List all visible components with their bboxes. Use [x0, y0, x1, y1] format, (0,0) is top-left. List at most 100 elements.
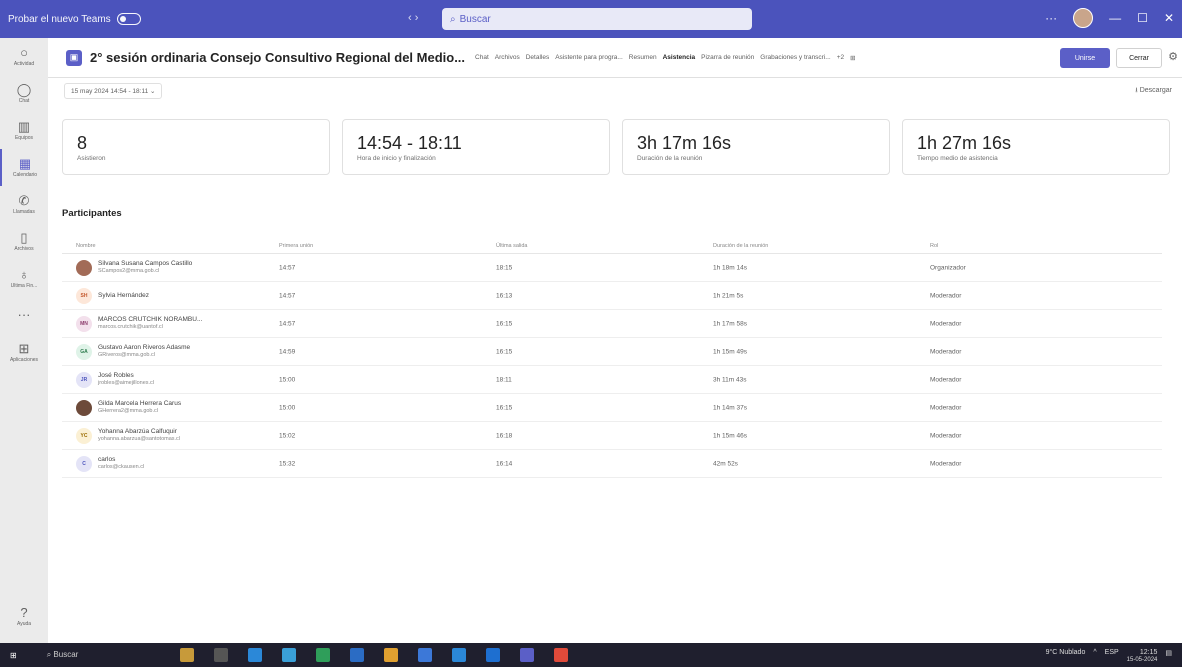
avatar: GA: [76, 343, 92, 360]
date-range-selector[interactable]: 15 may 2024 14:54 - 18:11 ⌄: [64, 83, 163, 99]
rail-item-help[interactable]: ? Ayuda: [0, 598, 48, 635]
calendar-icon: ▦: [18, 156, 32, 171]
tab-item[interactable]: Archivos: [495, 54, 520, 62]
stat-value: 3h 17m 16s: [637, 133, 732, 153]
teams-icon: ▥: [17, 119, 31, 134]
close-icon[interactable]: ✕: [1164, 11, 1174, 25]
stat-label: Asistieron: [77, 155, 106, 162]
participant-name: Sylvia Hernández: [98, 291, 149, 299]
participant-cell: JR José Robles jrobles@aimejillones.cl: [76, 371, 154, 388]
participant-email: GHerrera2@mma.gob.cl: [98, 408, 158, 415]
duration: 3h 11m 43s: [713, 376, 747, 383]
table-row[interactable]: YC Yohanna Abarzúa Calfuquir yohanna.abarz…: [62, 422, 1162, 450]
taskbar-app-icon[interactable]: [282, 648, 296, 662]
rail-item-app[interactable]: ♁ Ultima Fin...: [0, 260, 48, 297]
role: Moderador: [930, 320, 962, 327]
add-tab-icon[interactable]: ⊞: [850, 54, 855, 62]
participant-cell: Gilda Marcela Herrera Carus GHerrera2@mma…: [76, 399, 181, 416]
meeting-tabs: Chat Archivos Detalles Asistente para progr…: [475, 54, 856, 62]
taskbar-app-icon[interactable]: [384, 648, 398, 662]
tab-item[interactable]: +2: [837, 54, 844, 62]
table-row[interactable]: GA Gustavo Aaron Riveros Adasme GRiveros@m…: [62, 338, 1162, 366]
col-header-name[interactable]: Nombre: [76, 243, 96, 249]
system-tray: 9°C Nublado ^ ESP 12:15 15-05-2024 ▤: [1046, 649, 1172, 664]
rail-item-bell[interactable]: ○ Actividad: [0, 38, 48, 75]
taskbar-app-icon[interactable]: [316, 648, 330, 662]
taskbar-app-icon[interactable]: [350, 648, 364, 662]
lang-label[interactable]: ESP: [1105, 649, 1119, 664]
tab-item[interactable]: Asistencia: [663, 54, 696, 62]
rail-item-file[interactable]: ▯ Archivos: [0, 223, 48, 260]
taskbar-app-icon[interactable]: [452, 648, 466, 662]
taskbar-app-icon[interactable]: [248, 648, 262, 662]
participant-cell: GA Gustavo Aaron Riveros Adasme GRiveros@m…: [76, 343, 191, 360]
taskbar-app-icon[interactable]: [554, 648, 568, 662]
rail-item-phone[interactable]: ✆ Llamadas: [0, 186, 48, 223]
tray-chevron-icon[interactable]: ^: [1093, 649, 1096, 664]
download-button[interactable]: ⭳ Descargar: [1135, 86, 1172, 97]
first-join: 14:57: [279, 264, 296, 271]
download-label: Descargar: [1139, 87, 1172, 94]
rail-item-label: Ayuda: [16, 621, 32, 627]
rail-item-calendar[interactable]: ▦ Calendario: [0, 149, 48, 186]
search-placeholder: Buscar: [459, 13, 491, 25]
tab-item[interactable]: Pizarra de reunión: [701, 54, 754, 62]
try-new-teams[interactable]: Probar el nuevo Teams: [8, 13, 141, 25]
stat-card-avg: 1h 27m 16s Tiempo medio de asistencia: [902, 119, 1170, 175]
user-avatar[interactable]: [1073, 8, 1094, 28]
taskbar-app-icon[interactable]: [520, 648, 534, 662]
taskbar-search[interactable]: ⌕ Buscar: [47, 650, 79, 660]
taskbar-app-icon[interactable]: [418, 648, 432, 662]
notification-icon[interactable]: ▤: [1165, 649, 1172, 664]
minimize-icon[interactable]: —: [1109, 11, 1121, 25]
table-row[interactable]: Silvana Susana Campos Castillo SCampos2@m…: [62, 254, 1162, 282]
taskbar-app-icon[interactable]: [486, 648, 500, 662]
participant-email: SCampos2@mma.gob.cl: [98, 268, 160, 275]
tab-item[interactable]: Asistente para progra...: [555, 54, 623, 62]
close-button[interactable]: Cerrar: [1116, 48, 1162, 68]
taskbar-app-icon[interactable]: [214, 648, 228, 662]
tab-item[interactable]: Detalles: [526, 54, 549, 62]
first-join: 15:32: [279, 460, 296, 467]
rail-item-chat[interactable]: ◯ Chat: [0, 75, 48, 112]
weather-label[interactable]: 9°C Nublado: [1046, 649, 1086, 664]
more-options-icon[interactable]: ···: [1045, 11, 1057, 25]
col-header-duration[interactable]: Duración de la reunión: [713, 243, 768, 249]
stat-card-attendees: 8 Asistieron: [62, 119, 330, 175]
table-row[interactable]: SH Sylvia Hernández 14:57 16:13 1h 21m 5s Mod…: [62, 282, 1162, 310]
participant-name: MARCOS CRUTCHIK NORAMBU...: [98, 316, 203, 324]
table-row[interactable]: Gilda Marcela Herrera Carus GHerrera2@mma…: [62, 394, 1162, 422]
participant-name: José Robles: [98, 372, 134, 380]
participant-name: Gustavo Aaron Riveros Adasme: [98, 344, 191, 352]
avatar: YC: [76, 427, 92, 444]
participant-cell: MN MARCOS CRUTCHIK NORAMBU... marcos.crutc…: [76, 315, 203, 332]
stat-card-duration: 3h 17m 16s Duración de la reunión: [622, 119, 890, 175]
table-row[interactable]: Ccarlos carlos@ckausen.cl 15:32 16:14 42m 52…: [62, 450, 1162, 478]
search-box[interactable]: ⌕ Buscar: [442, 8, 752, 30]
rail-item-more[interactable]: ···: [0, 297, 48, 334]
tab-item[interactable]: Grabaciones y transcri...: [760, 54, 830, 62]
settings-icon[interactable]: ⚙: [1168, 50, 1178, 63]
col-header-last[interactable]: Última salida: [496, 243, 527, 249]
rail-item-teams[interactable]: ▥ Equipos: [0, 112, 48, 149]
table-row[interactable]: JR José Robles jrobles@aimejillones.cl 15:0…: [62, 366, 1162, 394]
new-teams-toggle[interactable]: [116, 13, 141, 25]
tab-item[interactable]: Resumen: [629, 54, 657, 62]
col-header-role[interactable]: Rol: [930, 243, 938, 249]
maximize-icon[interactable]: ☐: [1137, 11, 1148, 25]
windows-start-icon[interactable]: ⊞: [10, 651, 17, 660]
nav-arrows[interactable]: ‹ ›: [408, 12, 418, 24]
clock[interactable]: 12:15 15-05-2024: [1127, 649, 1158, 664]
rail-item-apps[interactable]: ⊞ Aplicaciones: [0, 334, 48, 371]
taskbar-apps: [180, 648, 568, 662]
taskbar-app-icon[interactable]: [180, 648, 194, 662]
table-row[interactable]: MN MARCOS CRUTCHIK NORAMBU... marcos.crutc…: [62, 310, 1162, 338]
duration: 1h 15m 46s: [713, 432, 747, 439]
participants-title: Participantes: [62, 208, 122, 219]
first-join: 14:57: [279, 320, 296, 327]
tab-item[interactable]: Chat: [475, 54, 489, 62]
stat-label: Duración de la reunión: [637, 155, 703, 162]
main-panel: ▣ 2° sesión ordinaria Consejo Consultivo…: [48, 38, 1182, 643]
join-button[interactable]: Unirse: [1060, 48, 1110, 68]
col-header-first[interactable]: Primera unión: [279, 243, 313, 249]
